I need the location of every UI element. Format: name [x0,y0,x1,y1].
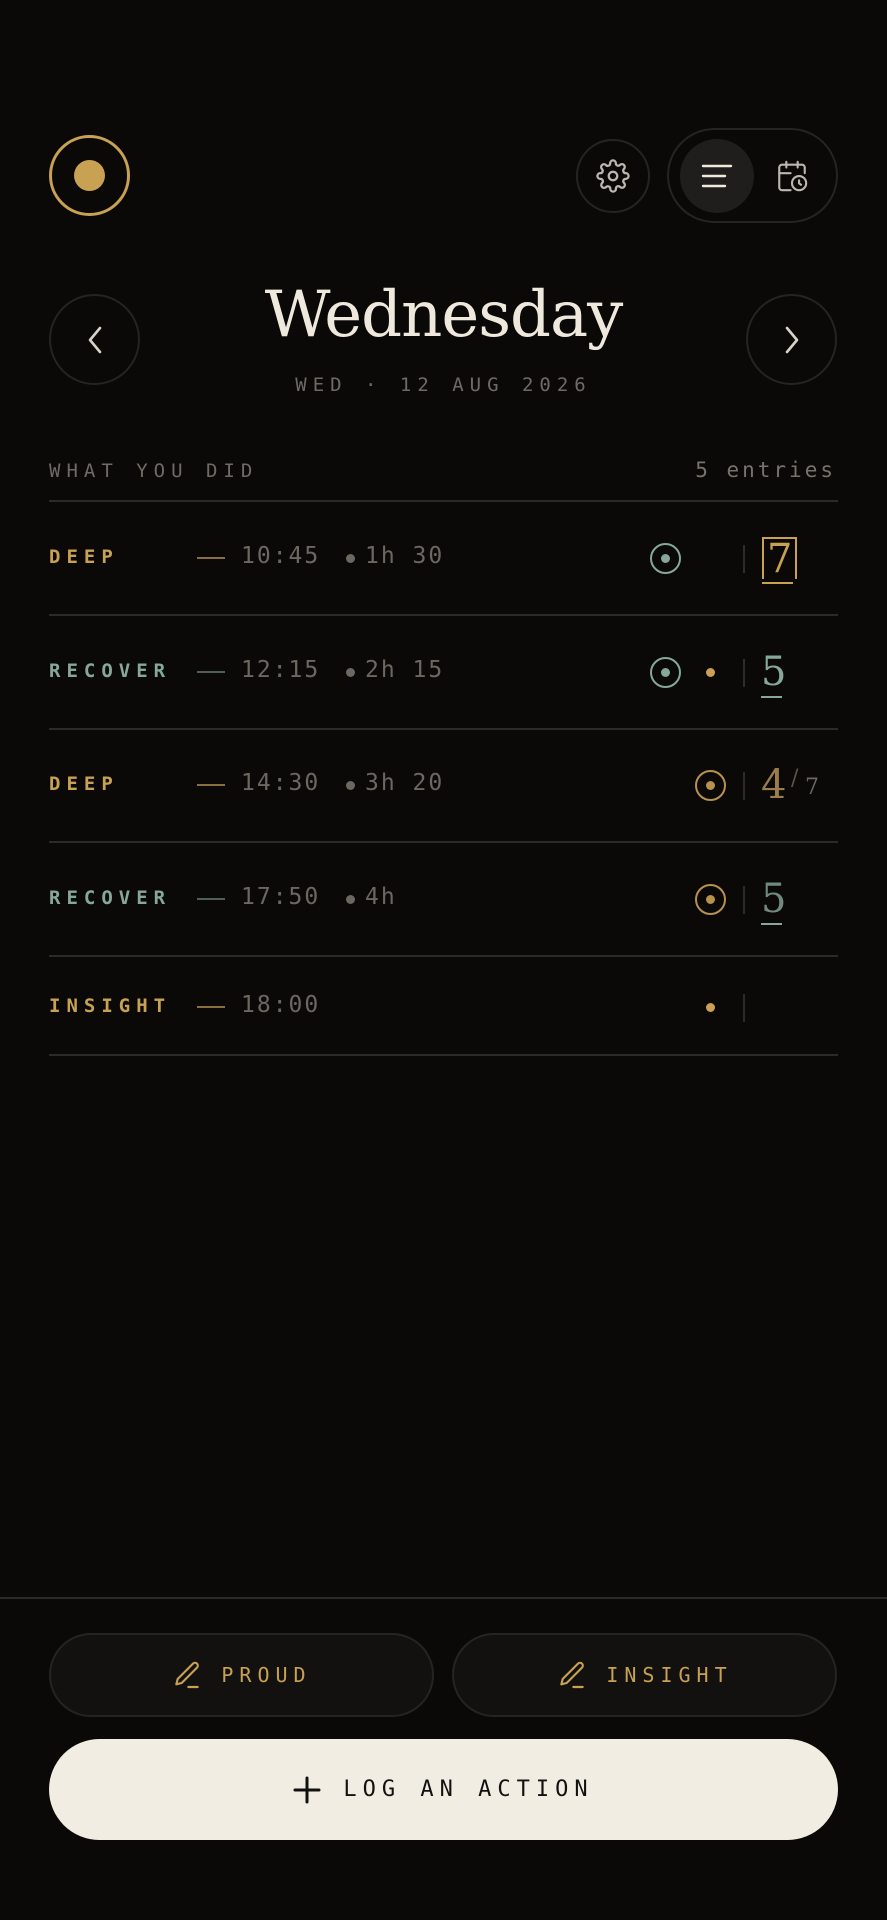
entry-row[interactable]: DEEP 14:30 3h 20 4 / 7 [49,730,838,843]
entry-marker-dot [706,668,715,677]
entry-dash [197,557,225,559]
entry-dash [197,671,225,673]
entry-bullet [346,895,355,904]
entry-time: 10:45 [241,543,321,569]
entry-score-underline [761,696,782,698]
entry-count: 5 entries [695,458,836,482]
log-action-button[interactable]: LOG AN ACTION [49,1739,838,1840]
entry-tag: DEEP [49,546,119,568]
entry-marker-dot [706,1003,715,1012]
entry-tag: INSIGHT [49,995,172,1017]
entry-bullet [346,781,355,790]
entry-focus-icon [695,884,726,915]
entry-bullet [346,554,355,563]
gear-icon [596,159,630,193]
section-label: WHAT YOU DID [49,460,259,482]
entry-score-max: 7 [805,775,819,800]
entry-score-underline [762,582,793,584]
entry-dash [197,784,225,786]
entry-tag: RECOVER [49,887,172,909]
entry-duration: 1h 30 [365,543,445,569]
entry-score-slash: / [791,766,799,791]
entry-row[interactable]: INSIGHT 18:00 [49,957,838,1056]
app-logo[interactable] [49,135,130,216]
entry-divider [743,886,745,914]
entry-duration: 2h 15 [365,657,445,683]
proud-button[interactable]: PROUD [49,1633,434,1717]
entry-divider [743,659,745,687]
entry-row[interactable]: DEEP 10:45 1h 30 7 [49,502,838,616]
entry-time: 12:15 [241,657,321,683]
entry-focus-icon [650,657,681,688]
pen-icon [560,1661,585,1689]
entry-score: 4 [761,762,787,808]
calendar-view-button[interactable] [755,139,829,213]
proud-button-label: PROUD [221,1663,312,1687]
entry-divider [743,994,745,1022]
target-dot-icon [74,160,105,191]
bottom-divider [0,1597,887,1599]
entry-score: 7 [762,537,798,579]
entry-duration: 3h 20 [365,770,445,796]
calendar-clock-icon [778,160,808,192]
entry-time: 17:50 [241,884,321,910]
entry-tag: DEEP [49,773,119,795]
log-action-label: LOG AN ACTION [343,1777,594,1802]
entry-focus-icon [650,543,681,574]
chevron-right-icon [785,326,798,353]
view-mode-toggle [667,128,838,223]
entry-score-underline [761,923,782,925]
entry-dash [197,1006,225,1008]
insight-button-label: INSIGHT [606,1663,733,1687]
settings-button[interactable] [576,139,650,213]
entry-tag: RECOVER [49,660,172,682]
insight-button[interactable]: INSIGHT [452,1633,837,1717]
plus-icon [293,1776,321,1803]
list-view-button[interactable] [680,139,754,213]
next-day-button[interactable] [746,294,837,385]
entry-divider [743,545,745,573]
entry-score: 5 [761,876,787,922]
entry-time: 18:00 [241,992,321,1018]
entry-row[interactable]: RECOVER 17:50 4h 5 [49,843,838,957]
entry-score: 5 [761,649,787,695]
date-subtitle: WED · 12 AUG 2026 [295,374,592,396]
list-icon [701,164,733,188]
entry-row[interactable]: RECOVER 12:15 2h 15 5 [49,616,838,730]
entry-bullet [346,668,355,677]
entry-time: 14:30 [241,770,321,796]
entry-focus-icon [695,770,726,801]
entry-duration: 4h [365,884,397,910]
entry-dash [197,898,225,900]
entry-divider [743,772,745,800]
pen-icon [175,1661,200,1689]
